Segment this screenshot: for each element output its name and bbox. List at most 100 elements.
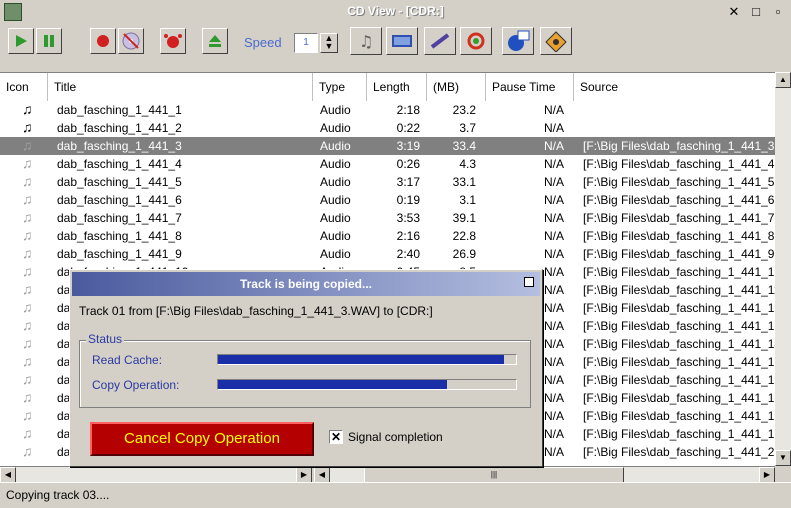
film-button[interactable] [386, 27, 418, 55]
audio-track-icon: ♫ [22, 425, 33, 441]
refresh-button[interactable] [460, 27, 492, 55]
cell-pause: N/A [543, 229, 564, 243]
pause-icon [44, 35, 54, 47]
film-icon [392, 35, 412, 47]
audio-track-icon: ♫ [22, 389, 33, 405]
cell-length: 2:40 [396, 247, 420, 261]
cell-source: [F:\Big Files\dab_fasching_1_441_14 [583, 337, 775, 351]
cell-title: dab_fasching_1_441_5 [57, 175, 182, 189]
cell-source: [F:\Big Files\dab_fasching_1_441_9 [583, 247, 775, 261]
cell-type: Audio [320, 211, 351, 225]
cell-pause: N/A [543, 247, 564, 261]
table-row[interactable]: ♫ dab_fasching_1_441_7 Audio 3:53 39.1 N/A [F:… [0, 209, 791, 227]
record-disc-icon [164, 34, 182, 48]
table-row[interactable]: ♫ dab_fasching_1_441_3 Audio 3:19 33.4 N/A [F:… [0, 137, 791, 155]
record-disc-button[interactable] [160, 28, 186, 54]
speed-stepper[interactable]: ▲ ▼ [320, 33, 338, 53]
audio-track-icon: ♫ [22, 227, 33, 243]
audio-track-icon: ♫ [22, 263, 33, 279]
audio-track-icon: ♫ [22, 281, 33, 297]
table-row[interactable]: ♫ dab_fasching_1_441_2 Audio 0:22 3.7 N/A [0, 119, 791, 137]
horizontal-scrollbar-left[interactable]: ◀ ▶ [0, 466, 312, 483]
list-header: Icon Title Type Length (MB) Pause Time S… [0, 73, 791, 101]
freedb-icon [508, 30, 530, 51]
cell-source: [F:\Big Files\dab_fasching_1_441_6 [583, 193, 775, 207]
audio-track-icon: ♫ [22, 245, 33, 261]
toolbar: Speed 1 ▲ ▼ ♫ [0, 24, 791, 62]
col-header-length[interactable]: Length [367, 73, 427, 101]
cell-mb: 4.3 [459, 157, 476, 171]
erase-disc-button[interactable] [118, 28, 144, 54]
dialog-close-icon[interactable] [524, 277, 534, 287]
play-button[interactable] [8, 28, 34, 54]
cell-mb: 26.9 [452, 247, 476, 261]
cancel-copy-button[interactable]: Cancel Copy Operation [90, 422, 314, 456]
cell-source: [F:\Big Files\dab_fasching_1_441_16 [583, 373, 775, 387]
table-row[interactable]: ♫ dab_fasching_1_441_6 Audio 0:19 3.1 N/A [F:\… [0, 191, 791, 209]
record-button[interactable] [90, 28, 116, 54]
read-cache-progress [217, 354, 517, 365]
minimize-icon[interactable]: ▫ [770, 4, 786, 20]
scroll-right-icon[interactable]: ▶ [759, 467, 775, 483]
col-header-title[interactable]: Title [48, 73, 313, 101]
col-header-type[interactable]: Type [313, 73, 367, 101]
col-header-source[interactable]: Source [574, 73, 791, 101]
burn-button[interactable] [540, 27, 572, 55]
cell-source: [F:\Big Files\dab_fasching_1_441_20 [583, 445, 775, 459]
scroll-right-icon[interactable]: ▶ [296, 467, 312, 483]
edit-button[interactable] [424, 27, 456, 55]
audio-track-icon: ♫ [22, 407, 33, 423]
scroll-up-icon[interactable]: ▲ [775, 72, 791, 88]
cell-source: [F:\Big Files\dab_fasching_1_441_4 [583, 157, 775, 171]
col-header-icon[interactable]: Icon [0, 73, 48, 101]
table-row[interactable]: ♫ dab_fasching_1_441_4 Audio 0:26 4.3 N/A [F:\… [0, 155, 791, 173]
play-icon [16, 35, 27, 47]
signal-completion-label[interactable]: Signal completion [348, 430, 443, 444]
cell-mb: 3.7 [459, 121, 476, 135]
close-icon[interactable]: ✕ [726, 4, 742, 20]
col-header-pause[interactable]: Pause Time [486, 73, 574, 101]
cell-source: [F:\Big Files\dab_fasching_1_441_5 [583, 175, 775, 189]
table-row[interactable]: ♫ dab_fasching_1_441_8 Audio 2:16 22.8 N/A [F:… [0, 227, 791, 245]
cell-source: [F:\Big Files\dab_fasching_1_441_11 [583, 283, 775, 297]
pause-button[interactable] [36, 28, 62, 54]
eject-button[interactable] [202, 28, 228, 54]
scroll-left-icon[interactable]: ◀ [0, 467, 16, 483]
speed-input[interactable]: 1 [294, 33, 318, 53]
title-bar: CD View - [CDR:] ✕ □ ▫ [0, 0, 791, 24]
scroll-left-icon[interactable]: ◀ [314, 467, 330, 483]
status-text: Copying track 03.... [6, 488, 110, 502]
cell-type: Audio [320, 157, 351, 171]
audio-track-icon: ♫ [22, 371, 33, 387]
speed-value: 1 [303, 37, 309, 48]
restore-icon[interactable]: □ [748, 4, 764, 20]
cell-pause: N/A [543, 157, 564, 171]
cell-source: [F:\Big Files\dab_fasching_1_441_15 [583, 355, 775, 369]
scroll-thumb[interactable]: ||| [364, 467, 624, 483]
freedb-button[interactable] [502, 27, 534, 55]
cell-source: [F:\Big Files\dab_fasching_1_441_8 [583, 229, 775, 243]
audio-track-icon: ♫ [22, 335, 33, 351]
vertical-scrollbar[interactable]: ▲ ▼ [775, 72, 791, 466]
status-group: Status Read Cache: Copy Operation: [79, 332, 531, 408]
cell-length: 3:53 [396, 211, 420, 225]
cell-mb: 39.1 [452, 211, 476, 225]
signal-completion-checkbox[interactable]: ✕ [329, 430, 343, 444]
cell-mb: 33.1 [452, 175, 476, 189]
audio-track-icon: ♫ [22, 443, 33, 459]
col-header-mb[interactable]: (MB) [427, 73, 486, 101]
track-props-button[interactable]: ♫ [350, 27, 382, 55]
cell-length: 3:17 [396, 175, 420, 189]
cell-pause: N/A [543, 175, 564, 189]
audio-track-icon: ♫ [22, 119, 33, 135]
table-row[interactable]: ♫ dab_fasching_1_441_1 Audio 2:18 23.2 N/A [0, 101, 791, 119]
table-row[interactable]: ♫ dab_fasching_1_441_5 Audio 3:17 33.1 N/A [F:… [0, 173, 791, 191]
cell-pause: N/A [543, 121, 564, 135]
cell-type: Audio [320, 139, 351, 153]
read-cache-fill [218, 355, 505, 364]
horizontal-scrollbar-right[interactable]: ◀ ||| ▶ [314, 466, 775, 483]
scroll-down-icon[interactable]: ▼ [775, 450, 791, 466]
audio-track-icon: ♫ [22, 173, 33, 189]
record-icon [97, 35, 109, 47]
table-row[interactable]: ♫ dab_fasching_1_441_9 Audio 2:40 26.9 N/A [F:… [0, 245, 791, 263]
